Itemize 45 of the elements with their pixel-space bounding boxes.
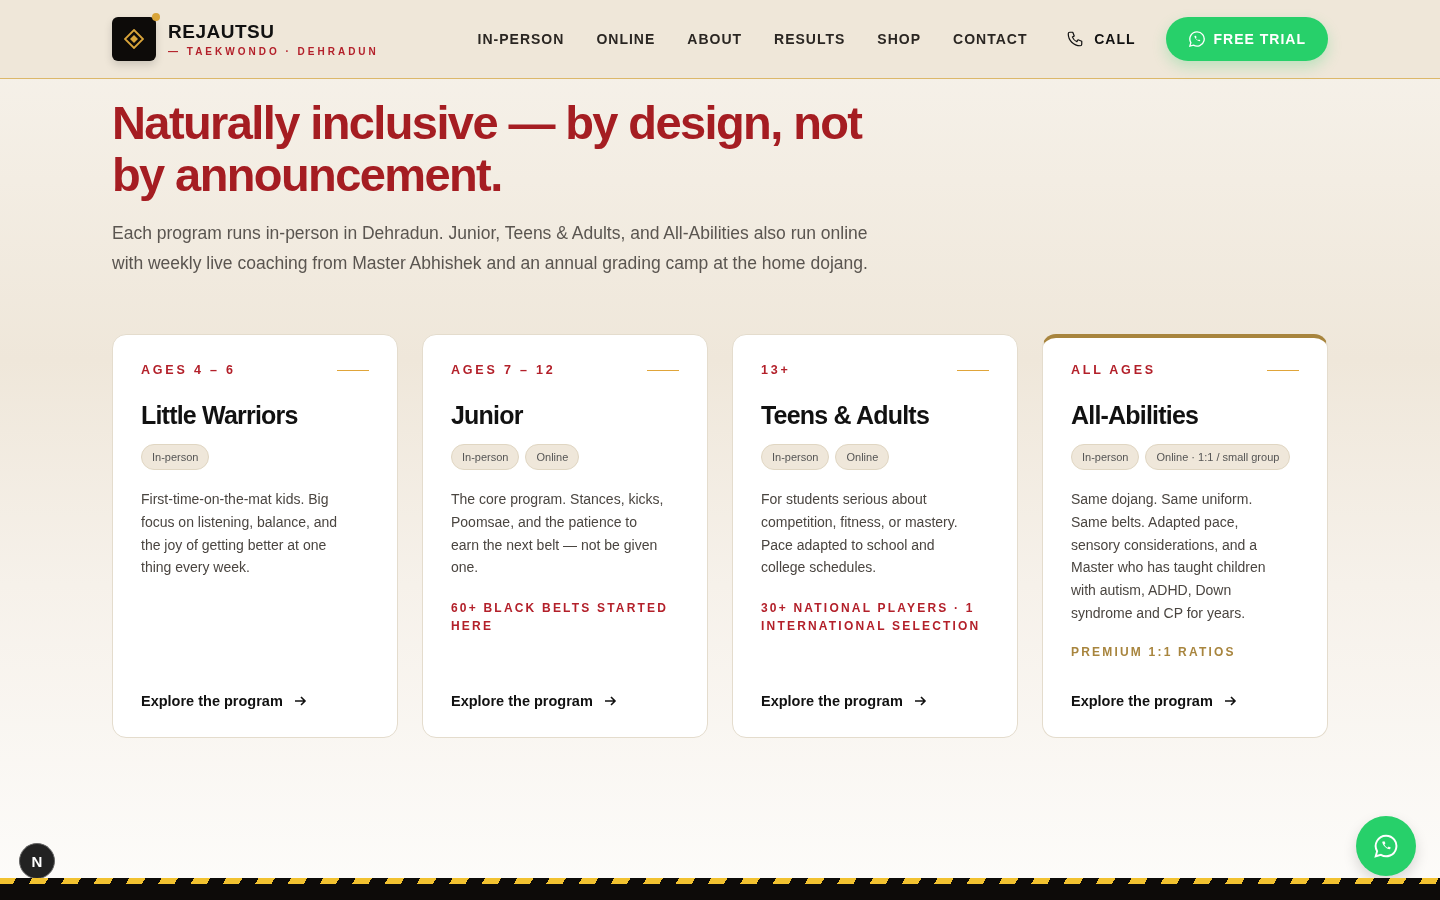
format-tag: In-person: [761, 444, 830, 470]
brand-name[interactable]: REJAUTSU: [168, 21, 379, 43]
program-title: All-Abilities: [1071, 401, 1200, 430]
program-description: For students serious about competition, fitness, or mastery. Pace adapted to school and college schedules.: [761, 490, 959, 578]
phone-icon[interactable]: [1066, 30, 1085, 48]
call-link[interactable]: CALL: [1094, 31, 1136, 47]
format-tag: Online · 1:1 / small group: [1145, 444, 1291, 470]
format-tag: Online: [835, 444, 890, 470]
format-tag: In-person: [141, 444, 210, 470]
intro-paragraph: Each program runs in-person in Dehradun. Junior, Teens & Adults, and All-Abilities also run online with weekly live coaching from Master Abhishek and an annual grading camp at the home dojang.: [112, 222, 869, 275]
explore-link[interactable]: Explore the program: [761, 693, 927, 709]
program-description: The core program. Stances, kicks, Poomsae, and the patience to earn the next belt — not be given one.: [451, 490, 665, 578]
nav-link[interactable]: CONTACT: [953, 31, 1028, 47]
highlight-note: 30+ NATIONAL PLAYERS · 1 INTERNATIONAL SELECTION: [761, 600, 982, 636]
nav-link[interactable]: SHOP: [877, 31, 922, 47]
program-title: Junior: [451, 401, 524, 430]
highlight-note: PREMIUM 1:1 RATIOS: [1071, 643, 1237, 661]
format-tag: Online: [525, 444, 580, 470]
arrow-right-icon: [602, 694, 617, 708]
program-title: Teens & Adults: [761, 401, 930, 430]
explore-link[interactable]: Explore the program: [1071, 693, 1237, 709]
program-description: Same dojang. Same uniform. Same belts. Adapted pace, sensory considerations, and a Master who has taught children with autism, ADHD, Down syndrome and CP for years.: [1071, 490, 1267, 623]
nav-link[interactable]: IN-PERSON: [477, 31, 565, 47]
format-tag: In-person: [1071, 444, 1140, 470]
format-tag: In-person: [451, 444, 520, 470]
brand-tagline: — TAEKWONDO · DEHRADUN: [168, 46, 379, 57]
age-label: ALL AGES: [1071, 363, 1156, 377]
age-label: AGES 4 – 6: [141, 363, 236, 377]
program-description: First-time-on-the-mat kids. Big focus on listening, balance, and the joy of getting better at one thing every week.: [141, 490, 339, 578]
age-label: 13+: [761, 363, 791, 377]
nav-link[interactable]: ONLINE: [596, 31, 656, 47]
nav-link[interactable]: RESULTS: [774, 31, 846, 47]
headline: Naturally inclusive — by design, not by announcement.: [112, 97, 863, 201]
whatsapp-icon: [1187, 30, 1206, 48]
whatsapp-icon: [1373, 833, 1399, 859]
program-title: Little Warriors: [141, 401, 299, 430]
explore-link[interactable]: Explore the program: [451, 693, 617, 709]
age-label: AGES 7 – 12: [451, 363, 556, 377]
arrow-right-icon: [912, 694, 927, 708]
highlight-note: 60+ BLACK BELTS STARTED HERE: [451, 600, 670, 636]
explore-link[interactable]: Explore the program: [141, 693, 307, 709]
arrow-right-icon: [292, 694, 307, 708]
dev-tools-badge[interactable]: N: [19, 843, 55, 879]
arrow-right-icon: [1222, 694, 1237, 708]
nav-link[interactable]: ABOUT: [687, 31, 743, 47]
